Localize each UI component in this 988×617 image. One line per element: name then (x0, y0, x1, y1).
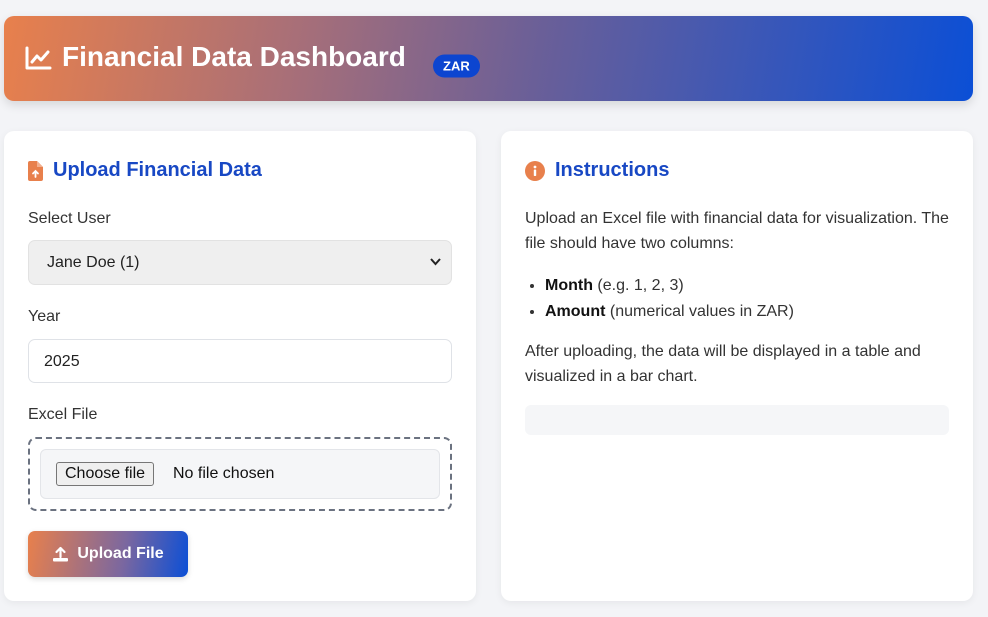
user-select[interactable]: Jane Doe (1) (28, 240, 452, 285)
column-list: Month (e.g. 1, 2, 3) Amount (numerical v… (525, 273, 794, 325)
list-item: Month (e.g. 1, 2, 3) (545, 273, 794, 299)
instructions-intro: Upload an Excel file with financial data… (525, 210, 949, 252)
instructions-outro: After uploading, the data will be displa… (525, 343, 921, 385)
instructions-title-text: Instructions (555, 159, 670, 181)
upload-icon (52, 546, 69, 562)
chevron-down-icon (430, 258, 441, 266)
year-label: Year (28, 308, 61, 325)
upload-card-title: Upload Financial Data (28, 159, 262, 182)
instructions-card: Instructions Upload an Excel file with f… (501, 131, 973, 601)
dashboard-header: Financial Data Dashboard ZAR (4, 16, 973, 101)
year-value: 2025 (44, 353, 80, 370)
column-name: Month (545, 277, 593, 294)
choose-file-button[interactable]: Choose file (56, 462, 155, 486)
info-circle-icon (525, 160, 545, 181)
list-item: Amount (numerical values in ZAR) (545, 299, 794, 325)
instructions-title: Instructions (525, 159, 669, 182)
page-title: Financial Data Dashboard (62, 41, 406, 72)
user-select-label: Select User (28, 210, 111, 227)
chart-line-icon (25, 46, 52, 70)
column-desc: (e.g. 1, 2, 3) (592, 277, 684, 294)
currency-badge: ZAR (433, 54, 480, 78)
file-upload-icon (28, 160, 43, 181)
year-input[interactable]: 2025 (28, 339, 452, 383)
result-placeholder (525, 405, 949, 435)
user-select-value: Jane Doe (1) (47, 254, 140, 271)
column-desc: (numerical values in ZAR) (605, 303, 794, 320)
upload-card-title-text: Upload Financial Data (53, 159, 262, 181)
excel-file-label: Excel File (28, 406, 98, 423)
file-input[interactable]: Choose file No file chosen (40, 449, 440, 499)
column-name: Amount (545, 303, 606, 320)
upload-file-button-label: Upload File (77, 545, 164, 562)
upload-file-button[interactable]: Upload File (28, 531, 188, 577)
upload-card: Upload Financial Data Select User Jane D… (4, 131, 476, 601)
file-status: No file chosen (173, 465, 275, 482)
file-drop-zone[interactable]: Choose file No file chosen (28, 437, 452, 511)
